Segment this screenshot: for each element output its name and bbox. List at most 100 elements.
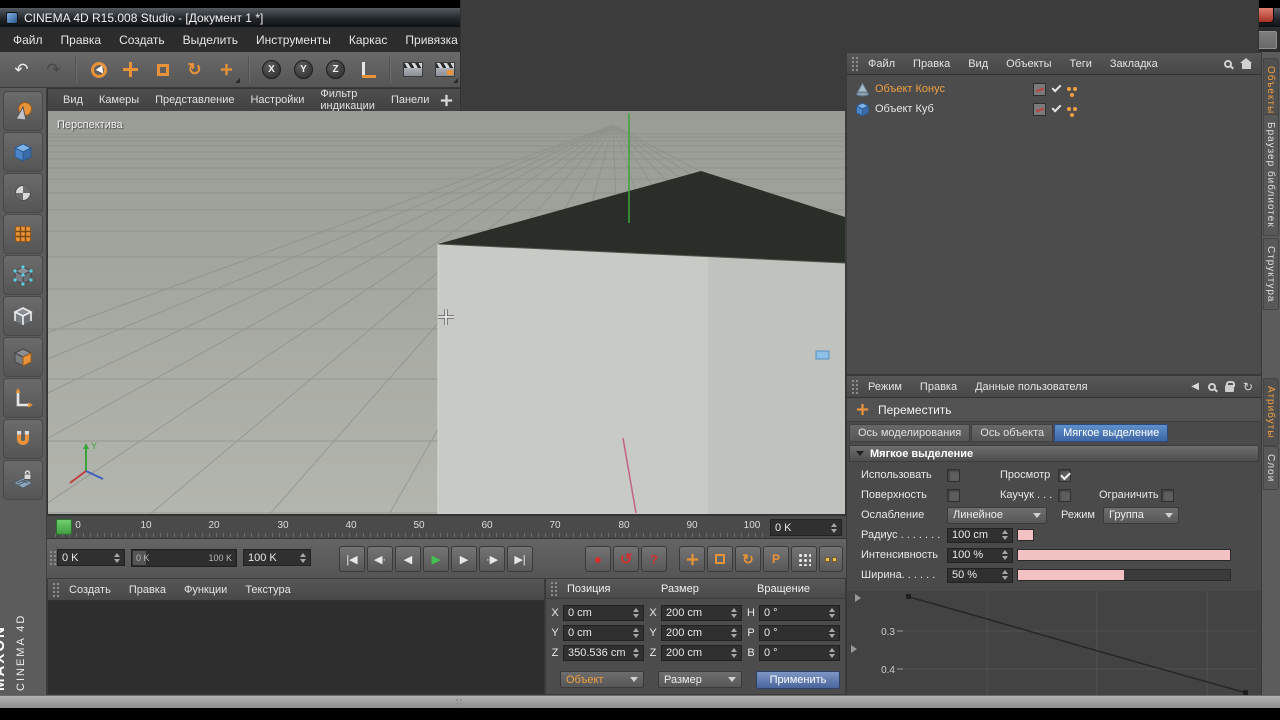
panel-grip[interactable] <box>851 378 858 395</box>
enabled-check-icon[interactable] <box>1051 82 1062 93</box>
prev-frame-button[interactable]: ◀ <box>395 546 421 572</box>
enabled-check-icon[interactable] <box>1051 102 1062 113</box>
attr-menu-userdata[interactable]: Данные пользователя <box>967 378 1095 396</box>
tab-soft-selection[interactable]: Мягкое выделение <box>1054 424 1169 442</box>
keyframe-options-button[interactable]: ? <box>641 546 667 572</box>
material-menu-create[interactable]: Создать <box>61 581 119 599</box>
rotation-b-field[interactable]: 0 ° <box>759 645 840 661</box>
tab-modeling-axis[interactable]: Ось моделирования <box>849 424 971 442</box>
use-checkbox[interactable] <box>947 468 960 482</box>
spinner-arrows-icon[interactable] <box>727 648 737 658</box>
spinner-arrows-icon[interactable] <box>629 648 639 658</box>
menu-select[interactable]: Выделить <box>174 29 247 51</box>
scale-tool-button[interactable] <box>147 54 178 85</box>
pan-view-icon[interactable] <box>438 92 454 108</box>
cube-object-side-face[interactable] <box>708 257 845 514</box>
size-y-field[interactable]: 200 cm <box>661 625 742 641</box>
panel-grip[interactable] <box>52 581 59 598</box>
next-key-button[interactable]: ·▶ <box>479 546 505 572</box>
material-menu-function[interactable]: Функции <box>176 581 235 599</box>
size-mode-dropdown[interactable]: Размер <box>658 671 742 688</box>
model-mode-button[interactable] <box>3 132 43 172</box>
rotation-h-field[interactable]: 0 ° <box>759 605 840 621</box>
spinner-arrows-icon[interactable] <box>727 608 737 618</box>
width-field[interactable]: 50 % <box>947 567 1013 583</box>
autokey-button[interactable]: ↺ <box>613 546 639 572</box>
spinner-arrows-icon[interactable] <box>629 628 639 638</box>
redo-button[interactable]: ↷ <box>38 54 69 85</box>
position-y-field[interactable]: 0 cm <box>563 625 644 641</box>
tab-attributes[interactable]: Атрибуты <box>1263 378 1279 447</box>
falloff-curve-editor[interactable]: 0.3 0.4 <box>847 591 1261 697</box>
current-frame-spinner[interactable]: 0 K <box>770 519 842 536</box>
material-menu-texture[interactable]: Текстура <box>237 581 298 599</box>
panel-grip[interactable] <box>851 55 858 72</box>
menu-file[interactable]: Файл <box>4 29 52 51</box>
om-menu-view[interactable]: Вид <box>960 55 996 73</box>
attr-menu-mode[interactable]: Режим <box>860 378 910 396</box>
section-header[interactable]: Мягкое выделение <box>849 445 1259 462</box>
strength-field[interactable]: 100 % <box>947 547 1013 563</box>
mode-dropdown[interactable]: Группа <box>1103 506 1179 524</box>
lock-z-button[interactable]: Z <box>320 54 351 85</box>
object-row-cube[interactable]: Объект Куб <box>847 99 1261 119</box>
tab-objects[interactable]: Объекты <box>1263 58 1279 123</box>
snap-magnet-button[interactable] <box>3 419 43 459</box>
lock-y-button[interactable]: Y <box>288 54 319 85</box>
record-parameter-toggle[interactable]: P <box>763 546 789 572</box>
record-keyframe-button[interactable]: ● <box>585 546 611 572</box>
workplane-mode-button[interactable] <box>3 214 43 254</box>
visibility-toggle[interactable] <box>1033 102 1046 116</box>
spinner-arrows-icon[interactable] <box>296 552 306 563</box>
menu-edit[interactable]: Правка <box>52 29 111 51</box>
strength-slider[interactable] <box>1017 549 1231 561</box>
falloff-curve[interactable] <box>908 596 1248 694</box>
goto-start-button[interactable]: |◀ <box>339 546 365 572</box>
spinner-arrows-icon[interactable] <box>110 552 120 563</box>
record-position-toggle[interactable] <box>679 546 705 572</box>
radius-field[interactable]: 100 cm <box>947 527 1013 543</box>
rotate-tool-button[interactable]: ↻ <box>179 54 210 85</box>
undo-button[interactable]: ↶ <box>6 54 37 85</box>
timeline-options-button[interactable] <box>819 546 843 572</box>
preview-checkbox[interactable] <box>1058 468 1071 482</box>
spinner-arrows-icon[interactable] <box>629 608 639 618</box>
coordinates-tag-icon[interactable] <box>1067 107 1071 111</box>
curve-scroll-arrow-icon[interactable] <box>851 645 857 653</box>
tab-structure[interactable]: Структура <box>1263 238 1279 311</box>
range-start-spinner[interactable]: 0 K <box>57 549 125 566</box>
search-icon[interactable] <box>1224 59 1232 68</box>
preview-range-slider[interactable]: 0 K 100 K <box>131 549 237 567</box>
range-end-spinner[interactable]: 100 K <box>243 549 311 566</box>
object-name[interactable]: Объект Конус <box>875 83 945 95</box>
refresh-icon[interactable]: ↻ <box>1243 380 1253 394</box>
coordinate-system-button[interactable] <box>352 54 383 85</box>
falloff-dropdown[interactable]: Линейное <box>947 506 1047 524</box>
spinner-arrows-icon[interactable] <box>825 648 835 658</box>
size-x-field[interactable]: 200 cm <box>661 605 742 621</box>
om-menu-objects[interactable]: Объекты <box>998 55 1059 73</box>
panel-grip[interactable] <box>550 580 557 597</box>
surface-checkbox[interactable] <box>947 488 960 502</box>
record-rotation-toggle[interactable]: ↻ <box>735 546 761 572</box>
apply-button[interactable]: Применить <box>756 671 840 689</box>
lock-x-button[interactable]: X <box>256 54 287 85</box>
width-slider[interactable] <box>1017 569 1231 581</box>
play-button[interactable]: ▶ <box>423 546 449 572</box>
keyframe-selection-button[interactable] <box>791 546 817 572</box>
menu-tools[interactable]: Инструменты <box>247 29 340 51</box>
spinner-arrows-icon[interactable] <box>998 550 1008 560</box>
spinner-arrows-icon[interactable] <box>825 628 835 638</box>
attr-menu-edit[interactable]: Правка <box>912 378 965 396</box>
coordinate-mode-dropdown[interactable]: Объект <box>560 671 644 688</box>
menu-mesh[interactable]: Каркас <box>340 29 397 51</box>
spinner-arrows-icon[interactable] <box>998 530 1008 540</box>
workplane-lock-button[interactable] <box>3 460 43 500</box>
radius-slider[interactable] <box>1017 529 1034 541</box>
make-editable-button[interactable] <box>3 91 43 131</box>
limit-checkbox[interactable] <box>1161 488 1174 502</box>
viewport-menu-display[interactable]: Представление <box>148 91 241 109</box>
om-menu-file[interactable]: Файл <box>860 55 903 73</box>
live-selection-button[interactable] <box>83 54 114 85</box>
visibility-toggle[interactable] <box>1033 82 1046 96</box>
